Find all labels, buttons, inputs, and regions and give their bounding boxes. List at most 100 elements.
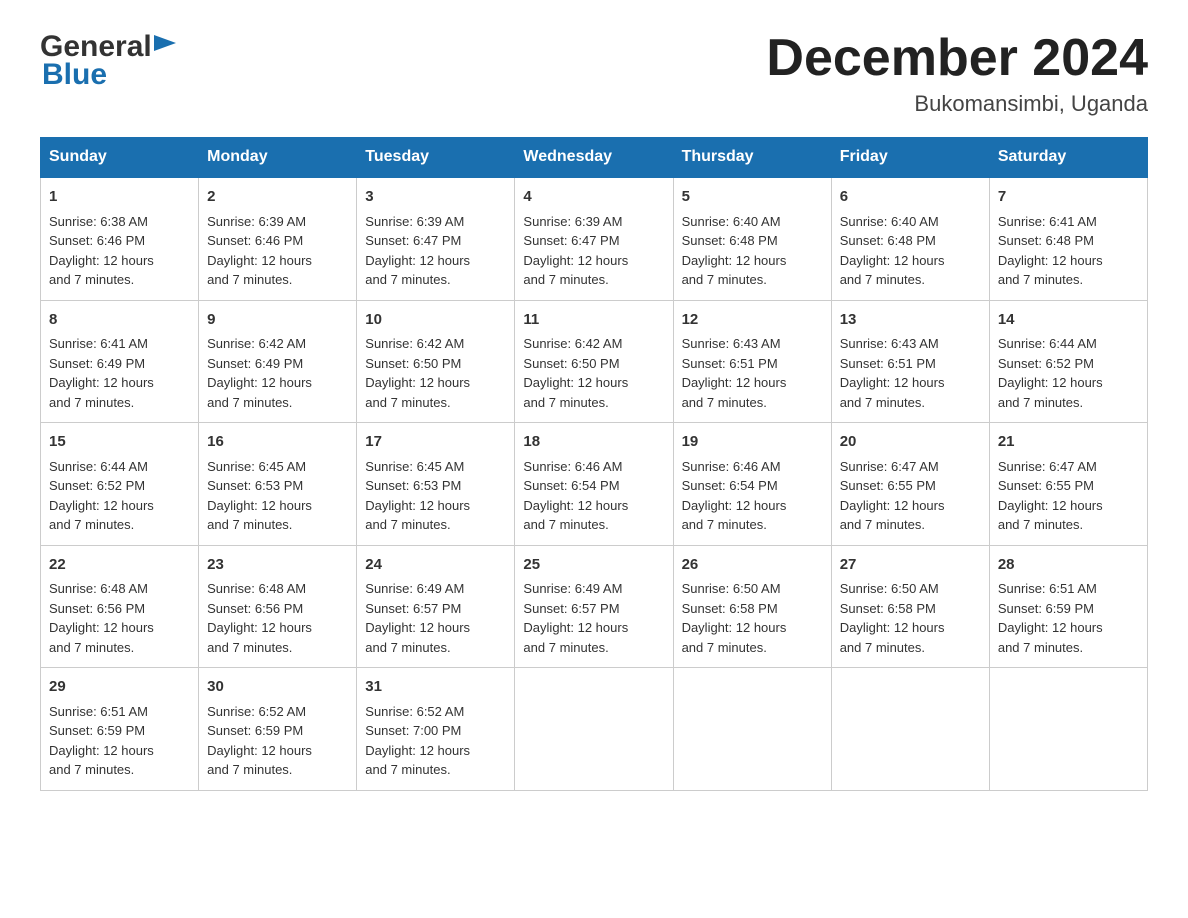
title-block: December 2024 Bukomansimbi, Uganda (766, 30, 1148, 117)
daylight-minutes: and 7 minutes. (207, 272, 292, 287)
sunrise-label: Sunrise: 6:44 AM (49, 459, 148, 474)
week-row-3: 15 Sunrise: 6:44 AM Sunset: 6:52 PM Dayl… (41, 423, 1148, 546)
daylight-label: Daylight: 12 hours (523, 498, 628, 513)
day-number: 5 (682, 186, 823, 209)
day-number: 3 (365, 186, 506, 209)
sunset-label: Sunset: 6:59 PM (207, 723, 303, 738)
page-header: General Blue December 2024 Bukomansimbi,… (40, 30, 1148, 117)
daylight-minutes: and 7 minutes. (840, 640, 925, 655)
daylight-minutes: and 7 minutes. (365, 517, 450, 532)
day-cell: 15 Sunrise: 6:44 AM Sunset: 6:52 PM Dayl… (41, 423, 199, 546)
day-number: 18 (523, 431, 664, 454)
daylight-minutes: and 7 minutes. (365, 395, 450, 410)
day-cell: 10 Sunrise: 6:42 AM Sunset: 6:50 PM Dayl… (357, 300, 515, 423)
daylight-label: Daylight: 12 hours (998, 253, 1103, 268)
col-header-thursday: Thursday (673, 138, 831, 178)
sunrise-label: Sunrise: 6:41 AM (998, 214, 1097, 229)
sunset-label: Sunset: 6:55 PM (998, 478, 1094, 493)
day-number: 26 (682, 554, 823, 577)
sunrise-label: Sunrise: 6:51 AM (998, 581, 1097, 596)
month-year-title: December 2024 (766, 30, 1148, 87)
day-cell: 27 Sunrise: 6:50 AM Sunset: 6:58 PM Dayl… (831, 545, 989, 668)
daylight-minutes: and 7 minutes. (49, 517, 134, 532)
day-number: 25 (523, 554, 664, 577)
sunset-label: Sunset: 6:49 PM (49, 356, 145, 371)
sunrise-label: Sunrise: 6:39 AM (207, 214, 306, 229)
daylight-label: Daylight: 12 hours (365, 375, 470, 390)
day-number: 10 (365, 309, 506, 332)
daylight-label: Daylight: 12 hours (49, 743, 154, 758)
daylight-minutes: and 7 minutes. (682, 640, 767, 655)
sunrise-label: Sunrise: 6:52 AM (365, 704, 464, 719)
calendar-table: SundayMondayTuesdayWednesdayThursdayFrid… (40, 137, 1148, 791)
day-cell: 5 Sunrise: 6:40 AM Sunset: 6:48 PM Dayli… (673, 177, 831, 300)
day-number: 17 (365, 431, 506, 454)
daylight-label: Daylight: 12 hours (49, 498, 154, 513)
sunset-label: Sunset: 6:47 PM (365, 233, 461, 248)
daylight-minutes: and 7 minutes. (207, 640, 292, 655)
daylight-minutes: and 7 minutes. (523, 640, 608, 655)
sunset-label: Sunset: 6:53 PM (365, 478, 461, 493)
day-cell: 2 Sunrise: 6:39 AM Sunset: 6:46 PM Dayli… (199, 177, 357, 300)
sunset-label: Sunset: 6:53 PM (207, 478, 303, 493)
sunrise-label: Sunrise: 6:46 AM (682, 459, 781, 474)
logo-blue-text: Blue (42, 58, 107, 92)
sunrise-label: Sunrise: 6:48 AM (207, 581, 306, 596)
day-cell: 11 Sunrise: 6:42 AM Sunset: 6:50 PM Dayl… (515, 300, 673, 423)
day-number: 2 (207, 186, 348, 209)
sunrise-label: Sunrise: 6:49 AM (365, 581, 464, 596)
daylight-label: Daylight: 12 hours (682, 253, 787, 268)
daylight-label: Daylight: 12 hours (682, 498, 787, 513)
sunset-label: Sunset: 6:55 PM (840, 478, 936, 493)
sunset-label: Sunset: 6:57 PM (523, 601, 619, 616)
day-number: 4 (523, 186, 664, 209)
day-cell (515, 668, 673, 791)
sunrise-label: Sunrise: 6:50 AM (840, 581, 939, 596)
sunrise-label: Sunrise: 6:39 AM (365, 214, 464, 229)
col-header-wednesday: Wednesday (515, 138, 673, 178)
day-cell: 13 Sunrise: 6:43 AM Sunset: 6:51 PM Dayl… (831, 300, 989, 423)
day-cell: 7 Sunrise: 6:41 AM Sunset: 6:48 PM Dayli… (989, 177, 1147, 300)
sunrise-label: Sunrise: 6:50 AM (682, 581, 781, 596)
col-header-tuesday: Tuesday (357, 138, 515, 178)
daylight-minutes: and 7 minutes. (523, 272, 608, 287)
daylight-label: Daylight: 12 hours (998, 375, 1103, 390)
sunrise-label: Sunrise: 6:43 AM (840, 336, 939, 351)
day-cell: 6 Sunrise: 6:40 AM Sunset: 6:48 PM Dayli… (831, 177, 989, 300)
sunrise-label: Sunrise: 6:42 AM (207, 336, 306, 351)
daylight-minutes: and 7 minutes. (49, 762, 134, 777)
sunset-label: Sunset: 6:48 PM (682, 233, 778, 248)
day-number: 11 (523, 309, 664, 332)
sunrise-label: Sunrise: 6:45 AM (365, 459, 464, 474)
day-cell: 14 Sunrise: 6:44 AM Sunset: 6:52 PM Dayl… (989, 300, 1147, 423)
daylight-minutes: and 7 minutes. (49, 395, 134, 410)
daylight-label: Daylight: 12 hours (840, 620, 945, 635)
sunset-label: Sunset: 6:51 PM (840, 356, 936, 371)
day-cell: 26 Sunrise: 6:50 AM Sunset: 6:58 PM Dayl… (673, 545, 831, 668)
sunset-label: Sunset: 6:51 PM (682, 356, 778, 371)
sunset-label: Sunset: 6:52 PM (49, 478, 145, 493)
day-number: 24 (365, 554, 506, 577)
day-cell: 19 Sunrise: 6:46 AM Sunset: 6:54 PM Dayl… (673, 423, 831, 546)
sunrise-label: Sunrise: 6:45 AM (207, 459, 306, 474)
day-cell: 24 Sunrise: 6:49 AM Sunset: 6:57 PM Dayl… (357, 545, 515, 668)
day-number: 8 (49, 309, 190, 332)
sunset-label: Sunset: 6:57 PM (365, 601, 461, 616)
sunrise-label: Sunrise: 6:40 AM (840, 214, 939, 229)
daylight-minutes: and 7 minutes. (998, 517, 1083, 532)
sunset-label: Sunset: 6:48 PM (998, 233, 1094, 248)
day-number: 12 (682, 309, 823, 332)
day-cell (673, 668, 831, 791)
day-number: 28 (998, 554, 1139, 577)
sunset-label: Sunset: 6:58 PM (840, 601, 936, 616)
week-row-5: 29 Sunrise: 6:51 AM Sunset: 6:59 PM Dayl… (41, 668, 1148, 791)
day-cell: 29 Sunrise: 6:51 AM Sunset: 6:59 PM Dayl… (41, 668, 199, 791)
daylight-label: Daylight: 12 hours (365, 498, 470, 513)
daylight-minutes: and 7 minutes. (998, 272, 1083, 287)
location-subtitle: Bukomansimbi, Uganda (766, 91, 1148, 117)
sunset-label: Sunset: 6:46 PM (207, 233, 303, 248)
day-cell: 3 Sunrise: 6:39 AM Sunset: 6:47 PM Dayli… (357, 177, 515, 300)
day-cell: 8 Sunrise: 6:41 AM Sunset: 6:49 PM Dayli… (41, 300, 199, 423)
sunset-label: Sunset: 6:54 PM (523, 478, 619, 493)
day-number: 14 (998, 309, 1139, 332)
